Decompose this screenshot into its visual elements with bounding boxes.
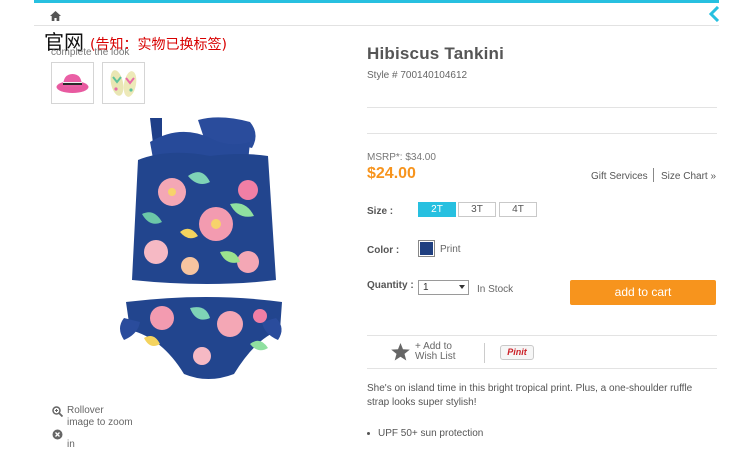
link-separator [653, 168, 654, 182]
sale-price: $24.00 [367, 165, 416, 182]
msrp-price: MSRP*: $34.00 [367, 152, 436, 163]
home-icon[interactable] [50, 11, 61, 21]
size-option-4t[interactable]: 4T [499, 202, 537, 217]
magnifier-icon [52, 406, 63, 417]
chevron-down-icon [459, 285, 465, 289]
hat-icon [56, 74, 89, 93]
share-separator [484, 343, 485, 363]
zoom-hint-line-3: in [67, 439, 75, 450]
size-chart-link[interactable]: Size Chart » [661, 171, 716, 182]
stock-status: In Stock [477, 284, 514, 295]
complete-look-thumb-flipflops[interactable] [102, 62, 145, 104]
pin-it-button[interactable]: Pinit [500, 345, 534, 360]
rollover-zoom-hint: Rollover image to zoom [52, 405, 152, 429]
close-circle-icon[interactable] [52, 429, 63, 440]
size-option-3t[interactable]: 3T [458, 202, 496, 217]
top-accent-bar [34, 0, 719, 3]
bullet [367, 431, 370, 435]
color-label: Color : [367, 245, 400, 256]
size-option-2t[interactable]: 2T [418, 202, 456, 217]
divider [367, 368, 717, 369]
add-to-wishlist-link[interactable]: + Add to Wish List [415, 342, 456, 362]
complete-look-thumb-hat[interactable] [51, 62, 94, 104]
style-number: Style # 700140104612 [367, 70, 468, 81]
product-title: Hibiscus Tankini [367, 44, 505, 63]
star-icon[interactable] [391, 343, 410, 361]
color-swatch-print[interactable] [418, 240, 435, 257]
zoom-hint-line-1: Rollover [67, 405, 104, 416]
gift-services-link[interactable]: Gift Services [591, 171, 648, 182]
flip-flops-icon [110, 70, 137, 97]
swatch-fill [420, 242, 433, 255]
divider [367, 107, 717, 108]
chevron-left-icon[interactable] [708, 6, 720, 22]
size-label: Size : [367, 206, 394, 217]
feature-list-item: UPF 50+ sun protection [367, 428, 483, 439]
wishlist-line-2: Wish List [415, 351, 456, 362]
zoom-hint-bottom: in [52, 428, 152, 451]
divider [367, 335, 717, 336]
product-description: She's on island time in this bright trop… [367, 383, 693, 408]
feature-text: UPF 50+ sun protection [378, 428, 484, 439]
quantity-select[interactable]: 1 [418, 280, 469, 295]
quantity-label: Quantity : [367, 280, 414, 291]
quantity-value: 1 [423, 282, 429, 293]
product-image-tankini[interactable] [110, 112, 290, 394]
add-to-cart-button[interactable]: add to cart [570, 280, 716, 305]
color-name: Print [440, 244, 461, 255]
complete-the-look-heading: complete the look [51, 47, 130, 58]
divider [367, 133, 717, 134]
